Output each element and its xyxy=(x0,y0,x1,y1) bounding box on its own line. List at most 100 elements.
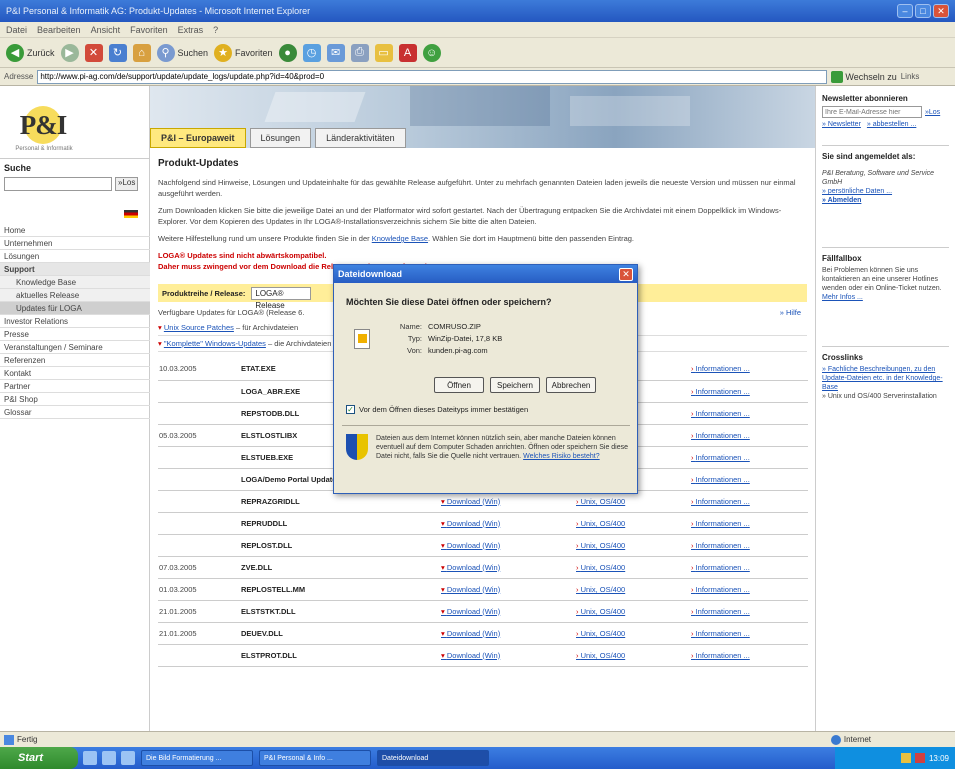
info-link[interactable]: Informationen ... xyxy=(696,431,750,440)
dialog-close-button[interactable]: ✕ xyxy=(619,267,633,281)
save-button[interactable]: Speichern xyxy=(490,377,540,393)
tray-icon[interactable] xyxy=(914,753,925,763)
help-link[interactable]: » Hilfe xyxy=(780,306,801,320)
unix-os400-link[interactable]: Unix, OS/400 xyxy=(581,629,626,638)
info-link[interactable]: Informationen ... xyxy=(696,651,750,660)
search-ok-button[interactable]: »Los xyxy=(115,177,139,191)
folder-button[interactable]: ▭ xyxy=(374,42,393,64)
info-link[interactable]: Informationen ... xyxy=(696,409,750,418)
print-button[interactable]: ⎙ xyxy=(350,42,369,64)
info-link[interactable]: Informationen ... xyxy=(696,497,750,506)
quicklaunch-desktop-icon[interactable] xyxy=(83,751,97,765)
mail-button[interactable]: ✉ xyxy=(326,42,345,64)
info-link[interactable]: Informationen ... xyxy=(696,453,750,462)
media-button[interactable]: ● xyxy=(278,42,297,64)
crosslink-knowledge-base[interactable]: » Fachliche Beschreibungen, zu den Updat… xyxy=(822,365,949,392)
minimize-button[interactable]: – xyxy=(897,4,913,18)
quicklaunch-media-icon[interactable] xyxy=(121,751,135,765)
menu-datei[interactable]: Datei xyxy=(6,25,27,35)
newsletter-email-input[interactable] xyxy=(822,106,922,118)
download-win-link[interactable]: Download (Win) xyxy=(447,519,500,528)
download-win-link[interactable]: Download (Win) xyxy=(447,607,500,616)
history-button[interactable]: ◷ xyxy=(302,42,321,64)
menu-bearbeiten[interactable]: Bearbeiten xyxy=(37,25,81,35)
download-win-link[interactable]: Download (Win) xyxy=(447,629,500,638)
tab-europaweit[interactable]: P&I – Europaweit xyxy=(150,128,246,148)
menu-extras[interactable]: Extras xyxy=(178,25,204,35)
forward-button[interactable]: ▶ xyxy=(60,42,79,64)
personal-data-link[interactable]: » persönliche Daten ... xyxy=(822,187,949,196)
tray-icon[interactable] xyxy=(900,753,911,763)
task-image-formatting[interactable]: Die Bild Formatierung ... xyxy=(141,750,253,766)
task-dateidownload[interactable]: Dateidownload xyxy=(377,750,489,766)
nav-presse[interactable]: Presse xyxy=(0,328,150,341)
crosslink-unix[interactable]: » Unix und OS/400 Serverinstallation xyxy=(822,392,949,401)
nav-investor-relations[interactable]: Investor Relations xyxy=(0,315,150,328)
info-link[interactable]: Informationen ... xyxy=(696,364,750,373)
menu-favoriten[interactable]: Favoriten xyxy=(130,25,168,35)
unix-os400-link[interactable]: Unix, OS/400 xyxy=(581,607,626,616)
info-link[interactable]: Informationen ... xyxy=(696,629,750,638)
task-browser[interactable]: P&I Personal & Info ... xyxy=(259,750,371,766)
release-select[interactable]: LOGA® Release xyxy=(251,286,312,310)
company-logo[interactable]: P&I Personal & Informatik xyxy=(8,106,73,154)
nav-veranstaltungen[interactable]: Veranstaltungen / Seminare xyxy=(0,341,150,354)
nav-updates-loga[interactable]: Updates für LOGA xyxy=(0,302,150,315)
unix-patches-link[interactable]: Unix Source Patches xyxy=(164,323,234,332)
address-input[interactable] xyxy=(37,69,828,84)
clock[interactable]: 13:09 xyxy=(929,754,949,763)
knowledge-base-link[interactable]: Knowledge Base xyxy=(372,234,428,243)
nav-unternehmen[interactable]: Unternehmen xyxy=(0,237,150,250)
info-link[interactable]: Informationen ... xyxy=(696,585,750,594)
unix-os400-link[interactable]: Unix, OS/400 xyxy=(581,651,626,660)
open-button[interactable]: Öffnen xyxy=(434,377,484,393)
go-button[interactable]: Wechseln zu xyxy=(831,70,897,84)
unix-os400-link[interactable]: Unix, OS/400 xyxy=(581,563,626,572)
quicklaunch-ie-icon[interactable] xyxy=(102,751,116,765)
download-win-link[interactable]: Download (Win) xyxy=(447,541,500,550)
dialog-titlebar[interactable]: Dateidownload ✕ xyxy=(334,265,637,283)
back-button[interactable]: ◀ Zurück xyxy=(6,42,55,64)
download-win-link[interactable]: Download (Win) xyxy=(447,585,500,594)
newsletter-unsubscribe-link[interactable]: » abbestellen ... xyxy=(867,120,916,129)
search-button[interactable]: ⚲ Suchen xyxy=(156,42,208,64)
info-link[interactable]: Informationen ... xyxy=(696,541,750,550)
nav-home[interactable]: Home xyxy=(0,224,150,237)
info-link[interactable]: Informationen ... xyxy=(696,607,750,616)
more-info-link[interactable]: Mehr Infos ... xyxy=(822,293,949,302)
nav-kontakt[interactable]: Kontakt xyxy=(0,367,150,380)
info-link[interactable]: Informationen ... xyxy=(696,563,750,572)
maximize-button[interactable]: □ xyxy=(915,4,931,18)
stop-button[interactable]: ✕ xyxy=(84,42,103,64)
home-button[interactable]: ⌂ xyxy=(132,42,151,64)
start-button[interactable]: Start xyxy=(0,747,78,769)
nav-glossar[interactable]: Glossar xyxy=(0,406,150,419)
nav-partner[interactable]: Partner xyxy=(0,380,150,393)
nav-support[interactable]: Support xyxy=(0,263,150,276)
info-link[interactable]: Informationen ... xyxy=(696,387,750,396)
favorites-button[interactable]: ★ Favoriten xyxy=(214,42,273,64)
info-link[interactable]: Informationen ... xyxy=(696,519,750,528)
unix-os400-link[interactable]: Unix, OS/400 xyxy=(581,585,626,594)
confirm-checkbox[interactable]: ✓ xyxy=(346,405,355,414)
cancel-button[interactable]: Abbrechen xyxy=(546,377,596,393)
tab-laenderaktivitaeten[interactable]: Länderaktivitäten xyxy=(315,128,406,148)
unix-os400-link[interactable]: Unix, OS/400 xyxy=(581,519,626,528)
newsletter-ok-button[interactable]: »Los xyxy=(925,108,940,117)
nav-referenzen[interactable]: Referenzen xyxy=(0,354,150,367)
risk-link[interactable]: Welches Risiko besteht? xyxy=(523,453,600,460)
nav-aktuelles-release[interactable]: aktuelles Release xyxy=(0,289,150,302)
close-button[interactable]: ✕ xyxy=(933,4,949,18)
pdf-button[interactable]: A xyxy=(398,42,417,64)
site-search-input[interactable] xyxy=(4,177,112,191)
menu-help[interactable]: ? xyxy=(213,25,218,35)
nav-loesungen[interactable]: Lösungen xyxy=(0,250,150,263)
download-win-link[interactable]: Download (Win) xyxy=(447,651,500,660)
download-win-link[interactable]: Download (Win) xyxy=(447,563,500,572)
unix-os400-link[interactable]: Unix, OS/400 xyxy=(581,541,626,550)
nav-knowledge-base[interactable]: Knowledge Base xyxy=(0,276,150,289)
download-win-link[interactable]: Download (Win) xyxy=(447,497,500,506)
logout-link[interactable]: » Abmelden xyxy=(822,196,949,205)
links-label[interactable]: Links xyxy=(901,72,920,81)
menu-ansicht[interactable]: Ansicht xyxy=(91,25,121,35)
